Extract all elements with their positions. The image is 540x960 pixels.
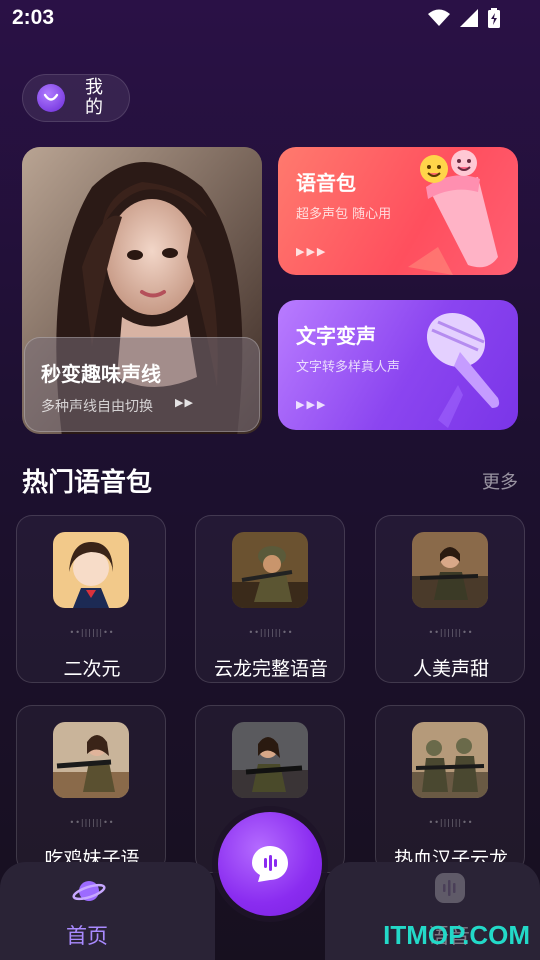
text-voice-title: 文字变声 [296, 324, 376, 348]
profile-avatar-icon [37, 84, 65, 112]
status-bar: 2:03 [0, 0, 540, 40]
status-icons [428, 8, 500, 28]
voice-bubble-icon [252, 846, 288, 882]
wifi-icon [428, 9, 450, 26]
signal-icon [460, 9, 478, 27]
soundwave-icon [435, 873, 465, 903]
anime-girl-thumbnail [53, 532, 129, 608]
squad-thumbnail [412, 722, 488, 798]
waveform-icon: ••||||||•• [428, 628, 474, 637]
voice-pack-title: 语音包 [296, 171, 356, 195]
voice-pack-subtitle: 超多声包 随心用 [296, 207, 392, 222]
play-arrows-icon: ▶▶▶ [296, 245, 328, 258]
play-arrows-icon: ▶▶ [175, 396, 194, 409]
battery-icon [488, 8, 500, 28]
mine-button[interactable]: 我的 [22, 74, 130, 122]
record-voice-button[interactable] [218, 812, 322, 916]
planet-icon [72, 881, 106, 901]
cup-emoji-illustration [408, 150, 498, 275]
waveform-icon: ••||||||•• [428, 818, 474, 827]
status-time: 2:03 [12, 6, 55, 29]
woman-rifle-thumbnail [232, 722, 308, 798]
nav-home-label: 首页 [66, 924, 108, 948]
microphone-illustration [426, 312, 500, 428]
watermark: ITMOP.COM [383, 920, 530, 950]
voice-pack-card[interactable]: 语音包 超多声包 随心用 ▶▶▶ [278, 147, 518, 275]
waveform-icon: ••||||||•• [69, 818, 115, 827]
waveform-icon: ••||||||•• [69, 628, 115, 637]
voice-pack-item[interactable]: ••||||||•• 人美声甜 [375, 515, 525, 683]
woman-rifle-thumbnail [53, 722, 129, 798]
text-voice-subtitle: 文字转多样真人声 [296, 360, 401, 375]
mine-label: 我的 [85, 77, 103, 118]
voice-pack-item[interactable]: ••||||||•• 吃鸡妹子语 [16, 705, 166, 873]
voice-pack-name: 云龙完整语音 [213, 658, 328, 680]
waveform-icon: ••||||||•• [248, 628, 294, 637]
more-link[interactable]: 更多 [482, 468, 518, 494]
voice-pack-item[interactable]: ••||||||•• 云龙完整语音 [195, 515, 345, 683]
voice-pack-item[interactable]: ••||||||•• 二次元 [16, 515, 166, 683]
voice-pack-name: 人美声甜 [412, 658, 489, 680]
voice-changer-feature-card[interactable]: 秒变趣味声线 多种声线自由切换 ▶▶ [22, 147, 262, 434]
woman-soldier-thumbnail [412, 532, 488, 608]
feature-panel: 秒变趣味声线 多种声线自由切换 ▶▶ [24, 337, 260, 432]
soldier-thumbnail [232, 532, 308, 608]
hot-section-title: 热门语音包 [22, 468, 153, 498]
voice-pack-name: 二次元 [63, 658, 121, 680]
play-arrows-icon: ▶▶▶ [296, 398, 328, 411]
feature-subtitle: 多种声线自由切换 [41, 399, 153, 415]
voice-pack-item[interactable]: ••||||||•• 热血汉子云龙 [375, 705, 525, 873]
text-to-voice-card[interactable]: 文字变声 文字转多样真人声 ▶▶▶ [278, 300, 518, 430]
feature-title: 秒变趣味声线 [41, 362, 161, 386]
